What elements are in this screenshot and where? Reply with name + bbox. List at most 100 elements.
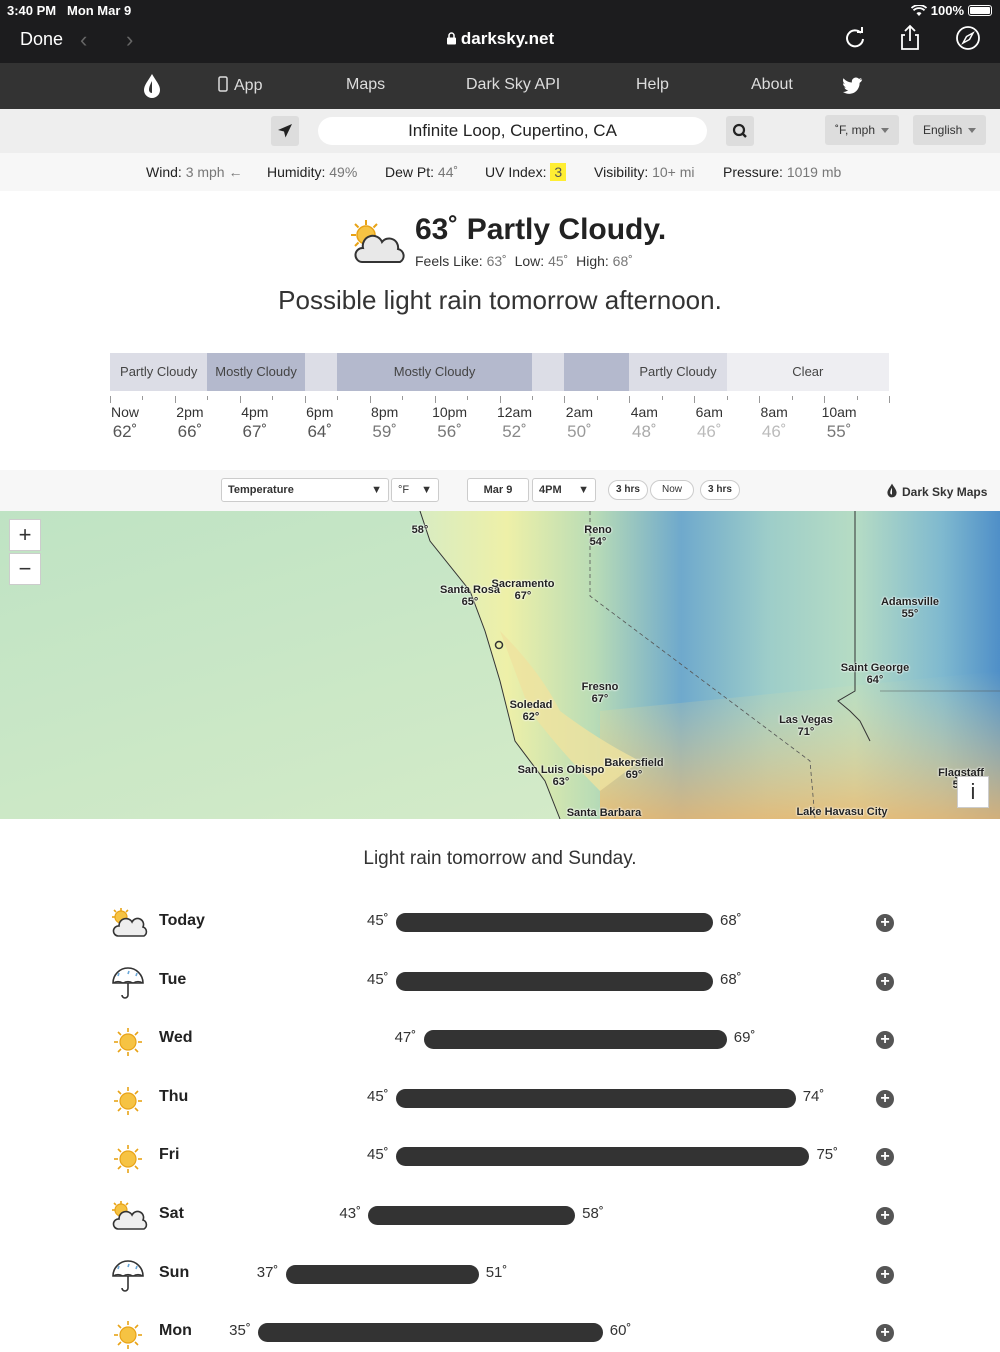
location-arrow-icon — [278, 124, 292, 138]
uv-badge: 3 — [550, 163, 567, 181]
twitter-icon[interactable] — [843, 77, 863, 94]
share-icon[interactable] — [896, 24, 924, 52]
map-time-select[interactable]: 4PM ▼ — [532, 478, 596, 502]
day-name: Sun — [159, 1263, 190, 1281]
url-text: darksky.net — [460, 29, 555, 48]
partly-cloudy-icon — [351, 220, 405, 263]
dark-sky-maps-link[interactable]: Dark Sky Maps — [886, 483, 987, 499]
locate-button[interactable] — [271, 116, 299, 146]
chevron-down-icon — [881, 128, 890, 134]
city-label: Soledad 62° — [509, 699, 553, 723]
reload-icon[interactable] — [841, 24, 869, 52]
timeline-segment[interactable]: Partly Cloudy — [629, 353, 727, 391]
timeline-tick — [304, 396, 306, 403]
hourly-timeline-bar[interactable]: Partly Cloudy Mostly Cloudy Mostly Cloudy P… — [110, 353, 889, 391]
nav-maps[interactable]: Maps — [346, 76, 385, 94]
day-low-temp: 47˚ — [394, 1029, 417, 1047]
city-label: Adamsville 55° — [880, 596, 940, 620]
timeline-tick — [239, 396, 241, 403]
day-row[interactable]: Sat 43˚ 58˚ + — [0, 1195, 1000, 1235]
map-info-button[interactable]: i — [957, 776, 989, 808]
units-select[interactable]: ˚F, mph — [825, 115, 900, 145]
temp-range-bar — [396, 913, 713, 932]
map-toolbar: Temperature ▼ °F ▼ Mar 9 4PM ▼ 3 hrs Now 3 … — [0, 470, 1000, 511]
day-low-temp: 45˚ — [367, 1146, 389, 1164]
map-back-3hrs-button[interactable]: 3 hrs — [608, 480, 648, 500]
map-layer-select[interactable]: Temperature ▼ — [221, 478, 389, 502]
timeline-segment[interactable] — [531, 353, 565, 391]
day-row[interactable]: Wed 47˚ 69˚ + — [0, 1019, 1000, 1059]
humidity-stat: Humidity: 49% — [267, 164, 358, 180]
hour-temp: 62˚ — [112, 422, 138, 441]
expand-day-button[interactable]: + — [876, 1207, 894, 1225]
nav-about[interactable]: About — [751, 76, 793, 94]
day-name: Wed — [159, 1029, 193, 1047]
hour-label: 2pm — [176, 404, 204, 420]
temp-range-bar — [396, 1088, 796, 1108]
day-row[interactable]: Today 45˚ 68˚ + — [0, 902, 1000, 942]
search-button[interactable] — [726, 116, 754, 146]
day-high-temp: 68˚ — [720, 970, 742, 988]
expand-day-button[interactable]: + — [876, 1031, 894, 1050]
search-row: Infinite Loop, Cupertino, CA ˚F, mph Eng… — [0, 109, 1000, 153]
timeline-tick — [174, 396, 176, 403]
sun-icon — [114, 1028, 142, 1057]
timeline-tick — [629, 396, 631, 403]
timeline-segment[interactable]: Mostly Cloudy — [207, 353, 305, 391]
timeline-tick — [402, 396, 404, 400]
map-forward-3hrs-button[interactable]: 3 hrs — [700, 480, 740, 500]
zoom-out-button[interactable]: − — [9, 553, 41, 585]
day-low-temp: 45˚ — [367, 970, 389, 988]
partly-cloudy-icon — [112, 908, 148, 937]
day-row[interactable]: Fri 45˚ 75˚ + — [0, 1136, 1000, 1176]
map-date-select[interactable]: Mar 9 — [467, 478, 529, 502]
timeline-segment[interactable]: Partly Cloudy — [110, 353, 208, 391]
status-right: 100% — [910, 3, 992, 18]
expand-day-button[interactable]: + — [876, 1148, 894, 1167]
timeline-segment[interactable] — [564, 353, 630, 391]
timeline-tick — [142, 396, 144, 400]
nav-app[interactable]: App — [218, 76, 262, 95]
battery-icon — [968, 5, 992, 16]
expand-day-button[interactable]: + — [876, 1089, 894, 1108]
dropdown-triangle-icon: ▼ — [421, 484, 432, 496]
map-unit-select[interactable]: °F ▼ — [391, 478, 439, 502]
day-row[interactable]: Thu 45˚ 74˚ + — [0, 1078, 1000, 1118]
day-name: Thu — [159, 1087, 189, 1105]
location-search-input[interactable]: Infinite Loop, Cupertino, CA — [318, 117, 707, 145]
language-select[interactable]: English — [913, 115, 987, 145]
map-now-button[interactable]: Now — [650, 480, 694, 500]
partly-cloudy-icon — [112, 1201, 148, 1230]
expand-day-button[interactable]: + — [876, 1265, 894, 1284]
timeline-segment[interactable]: Mostly Cloudy — [337, 353, 532, 391]
day-row[interactable]: Tue 45˚ 68˚ + — [0, 961, 1000, 1001]
weather-map[interactable]: Temperature ▼ °F ▼ Mar 9 4PM ▼ 3 hrs Now 3 … — [0, 470, 1000, 819]
search-icon — [732, 123, 747, 138]
nav-api[interactable]: Dark Sky API — [466, 76, 560, 94]
zoom-in-button[interactable]: + — [9, 519, 41, 551]
dew-point-stat: Dew Pt: 44˚ — [385, 164, 459, 180]
day-row[interactable]: Sun 37˚ 51˚ + — [0, 1254, 1000, 1294]
day-low-temp: 35˚ — [229, 1322, 251, 1340]
timeline-segment[interactable]: Clear — [726, 353, 889, 391]
wind-direction-arrow-icon: ← — [228, 164, 243, 180]
current-summary-title: 63˚ Partly Cloudy. — [415, 213, 667, 246]
compass-icon[interactable] — [954, 24, 982, 52]
dropdown-triangle-icon: ▼ — [578, 484, 589, 496]
darksky-logo-icon[interactable] — [142, 73, 162, 99]
expand-day-button[interactable]: + — [876, 1324, 894, 1343]
day-high-temp: 75˚ — [816, 1146, 839, 1164]
nav-help[interactable]: Help — [636, 76, 669, 94]
timeline-segment[interactable] — [304, 353, 338, 391]
hour-label: 4am — [630, 404, 658, 420]
timeline-tick — [272, 396, 274, 400]
wind-stat: Wind: 3 mph ← — [146, 164, 243, 180]
timeline-tick — [596, 396, 598, 400]
expand-day-button[interactable]: + — [876, 972, 894, 991]
city-label: Reno 54° — [584, 524, 612, 548]
day-row[interactable]: Mon 35˚ 60˚ + — [0, 1312, 1000, 1352]
day-high-temp: 51˚ — [485, 1263, 508, 1281]
day-high-temp: 60˚ — [609, 1322, 632, 1340]
expand-day-button[interactable]: + — [876, 914, 894, 932]
city-label: San Luis Obispo 63° — [517, 764, 605, 788]
